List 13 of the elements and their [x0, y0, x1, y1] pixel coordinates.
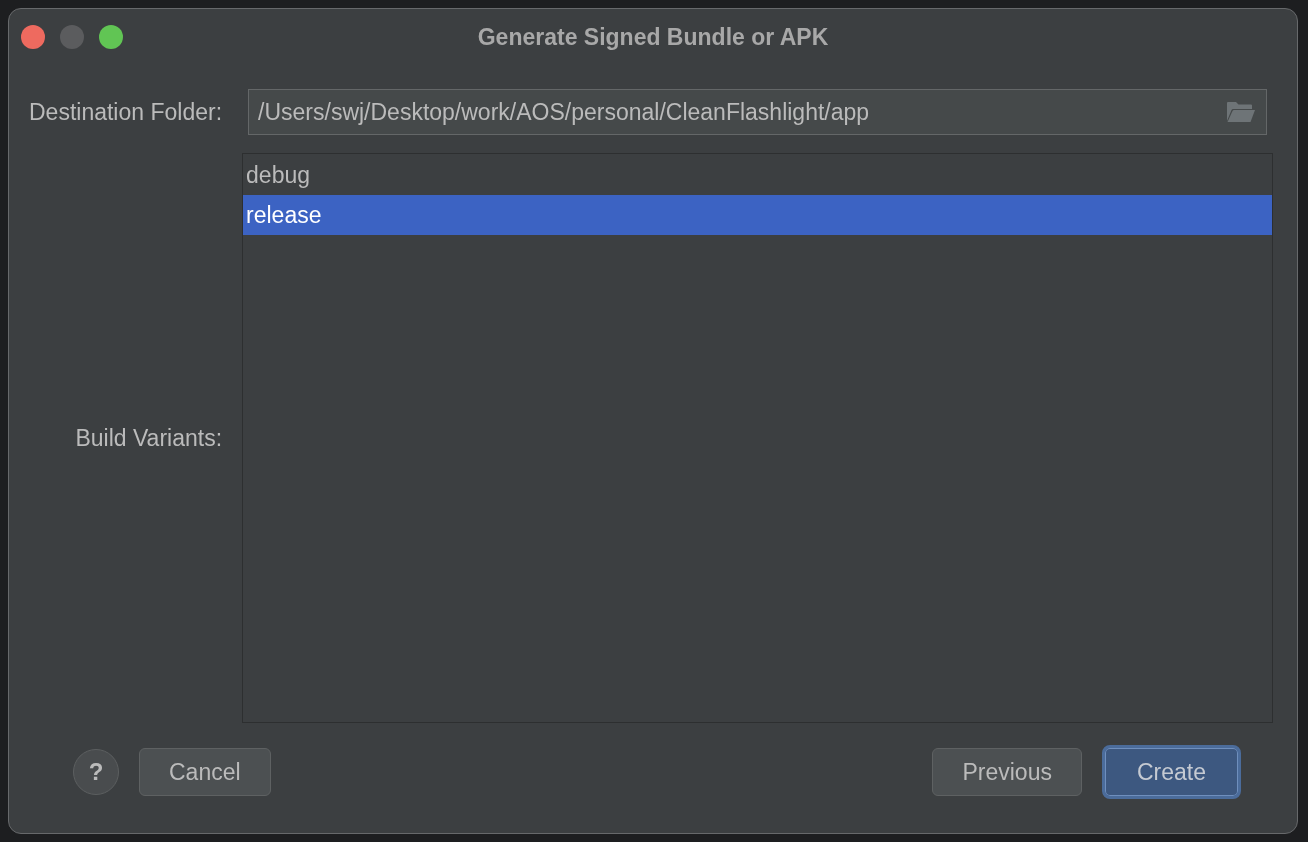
destination-folder-label: Destination Folder: [29, 98, 223, 126]
build-variant-item[interactable]: release [243, 195, 1272, 235]
destination-folder-field[interactable]: /Users/swj/Desktop/work/AOS/personal/CleanFlashlight/app [248, 89, 1267, 135]
help-button[interactable]: ? [73, 749, 119, 795]
close-window-icon[interactable] [21, 25, 45, 49]
window-title: Generate Signed Bundle or APK [477, 23, 829, 51]
build-variant-item[interactable]: debug [243, 155, 1272, 195]
dialog-button[interactable]: Previous [932, 748, 1082, 796]
default-button[interactable]: Create [1101, 745, 1241, 799]
zoom-window-icon[interactable] [99, 25, 123, 49]
dialog-button[interactable]: Cancel [139, 748, 271, 796]
build-variants-label: Build Variants: [75, 424, 223, 452]
folder-icon[interactable] [1226, 101, 1256, 123]
